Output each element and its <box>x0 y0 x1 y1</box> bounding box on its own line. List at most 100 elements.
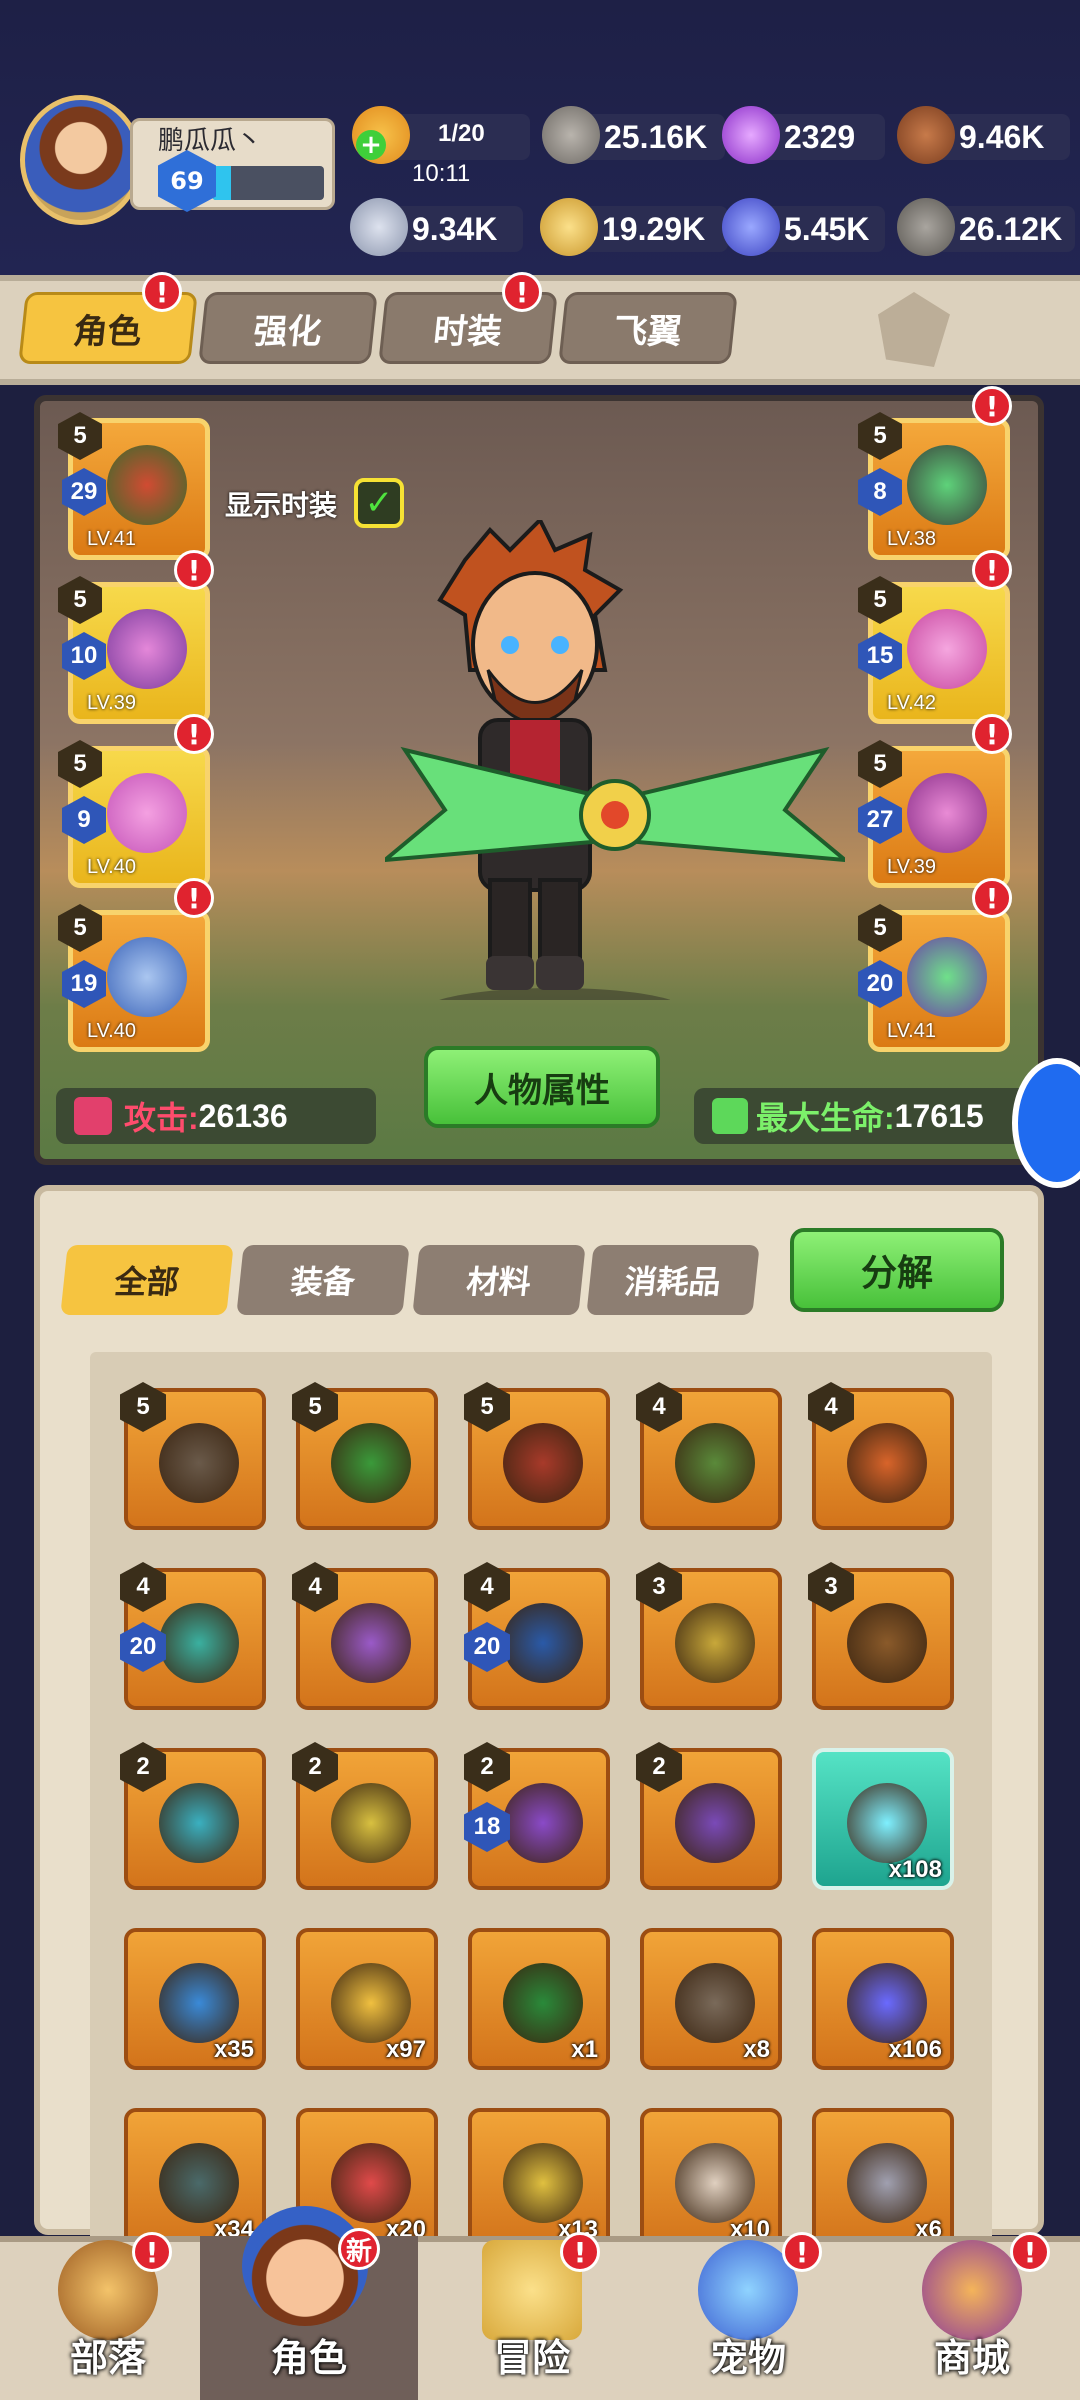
purple-orb-icon <box>722 106 780 164</box>
nav-adventure[interactable]: 冒险 <box>424 2236 640 2400</box>
ore-value: 25.16K <box>604 118 708 155</box>
trophy-icon <box>503 2143 583 2223</box>
max-hp-label: 最大生命: <box>756 1100 895 1136</box>
inventory-item[interactable]: x8 <box>640 1928 782 2070</box>
clover-necklace-icon <box>331 1423 411 1503</box>
nav-pets[interactable]: 宠物 <box>640 2236 856 2400</box>
ring-icon <box>107 937 187 1017</box>
wood-counter[interactable]: 9.46K <box>897 106 1070 164</box>
add-stamina-icon[interactable]: + <box>356 130 386 160</box>
character-attributes-button[interactable]: 人物属性 <box>424 1046 660 1128</box>
filter-tab-all[interactable]: 全部 <box>60 1245 234 1315</box>
vine-crossbow-icon <box>159 1603 239 1683</box>
inventory-item[interactable]: 3 <box>808 1562 954 1710</box>
inventory-item[interactable]: 2 <box>636 1742 782 1890</box>
inventory-item[interactable]: 4 <box>808 1382 954 1530</box>
nav-character[interactable]: 角色 <box>200 2206 418 2400</box>
wood-value: 9.46K <box>959 118 1045 155</box>
necklace-icon <box>907 937 987 1017</box>
gem-counter[interactable]: 5.45K <box>722 198 885 256</box>
tab-costume-alert-icon: ! <box>502 272 542 312</box>
inventory-item[interactable]: x97 <box>296 1928 438 2070</box>
stone-counter[interactable]: 26.12K <box>897 198 1075 256</box>
attack-value: 26136 <box>198 1097 288 1134</box>
xp-bar <box>212 166 324 200</box>
equip-alert-icon: ! <box>174 550 214 590</box>
inventory-item[interactable]: 4 <box>636 1382 782 1530</box>
nav-alert-icon: ! <box>1010 2232 1050 2272</box>
rune-stone-icon <box>159 2143 239 2223</box>
leather-pants-icon <box>847 1603 927 1683</box>
bracer-icon <box>503 1423 583 1503</box>
bone-icon <box>350 198 408 256</box>
equip-alert-icon: ! <box>972 550 1012 590</box>
stone-value: 26.12K <box>959 210 1063 247</box>
coin-counter[interactable]: 19.29K <box>540 198 728 256</box>
blue-hood-icon <box>503 1603 583 1683</box>
bone-counter[interactable]: 9.34K <box>350 198 523 256</box>
nav-alert-icon: ! <box>560 2232 600 2272</box>
crystal-shard-icon <box>847 1783 927 1863</box>
show-costume-label: 显示时装 <box>225 489 338 522</box>
inventory-item[interactable]: x1 <box>468 1928 610 2070</box>
gem-value: 5.45K <box>784 210 870 247</box>
equip-level: LV.41 <box>887 1020 936 1042</box>
filter-tab-equipment[interactable]: 装备 <box>236 1245 410 1315</box>
player-avatar[interactable] <box>20 95 142 225</box>
inventory-item[interactable]: 3 <box>636 1562 782 1710</box>
inventory-item[interactable]: 2 <box>292 1742 438 1890</box>
spiked-crown-icon <box>907 445 987 525</box>
inventory-item[interactable]: x35 <box>124 1928 266 2070</box>
filter-tab-consumables[interactable]: 消耗品 <box>586 1245 760 1315</box>
glowing-crystal-icon <box>847 1963 927 2043</box>
equip-alert-icon: ! <box>174 714 214 754</box>
pants-icon <box>107 773 187 853</box>
tab-wings[interactable]: 飞翼 <box>558 292 738 364</box>
stamina-value: 1/20 <box>438 120 485 147</box>
inventory-item[interactable]: x13 <box>468 2108 610 2250</box>
quantity-badge: 18 <box>464 1802 510 1852</box>
golden-flute-icon <box>675 1603 755 1683</box>
jade-bow-icon <box>159 1783 239 1863</box>
armor-icon <box>107 609 187 689</box>
inventory-item[interactable]: x6 <box>812 2108 954 2250</box>
stamina-counter[interactable]: 1/20 <box>352 106 530 164</box>
item-count: x106 <box>888 2036 942 2063</box>
inventory-item[interactable]: 2 18 <box>464 1742 610 1890</box>
inventory-item[interactable]: 5 <box>292 1382 438 1530</box>
max-hp-value: 17615 <box>894 1097 984 1134</box>
inventory-item[interactable]: 2 <box>120 1742 266 1890</box>
max-hp-stat: 最大生命: 17615 <box>694 1088 1034 1144</box>
inventory-item[interactable]: 4 20 <box>120 1562 266 1710</box>
shop-bag-icon <box>922 2240 1022 2340</box>
nav-tribe[interactable]: 部落 <box>0 2236 216 2400</box>
tab-enhance[interactable]: 强化 <box>198 292 378 364</box>
equip-alert-icon: ! <box>174 878 214 918</box>
inventory-item[interactable]: x34 <box>124 2108 266 2250</box>
inventory-item[interactable]: 4 20 <box>464 1562 610 1710</box>
bone-value: 9.34K <box>412 210 498 247</box>
golden-spear-icon <box>331 1783 411 1863</box>
equip-level: LV.39 <box>87 692 136 714</box>
attack-label: 攻击: <box>124 1100 199 1136</box>
quantity-badge: 20 <box>120 1622 166 1672</box>
horned-amulet-icon <box>159 1423 239 1503</box>
inventory-item[interactable]: x108 <box>812 1748 954 1890</box>
decompose-button[interactable]: 分解 <box>790 1228 1004 1312</box>
winged-bow-icon <box>847 1423 927 1503</box>
inventory-item[interactable]: x106 <box>812 1928 954 2070</box>
inventory-item[interactable]: 4 <box>292 1562 438 1710</box>
inventory-item[interactable]: x10 <box>640 2108 782 2250</box>
equip-alert-icon: ! <box>972 878 1012 918</box>
ore-counter[interactable]: 25.16K <box>542 106 725 164</box>
purple-bow-icon <box>331 1603 411 1683</box>
orb-counter[interactable]: 2329 <box>722 106 885 164</box>
filter-tab-materials[interactable]: 材料 <box>412 1245 586 1315</box>
inventory-item[interactable]: 5 <box>120 1382 266 1530</box>
boots-icon <box>907 773 987 853</box>
nav-label: 冒险 <box>493 2336 570 2380</box>
equip-level: LV.40 <box>87 856 136 878</box>
inventory-item[interactable]: 5 <box>464 1382 610 1530</box>
heart-icon <box>712 1098 748 1134</box>
red-crystal-icon <box>331 2143 411 2223</box>
